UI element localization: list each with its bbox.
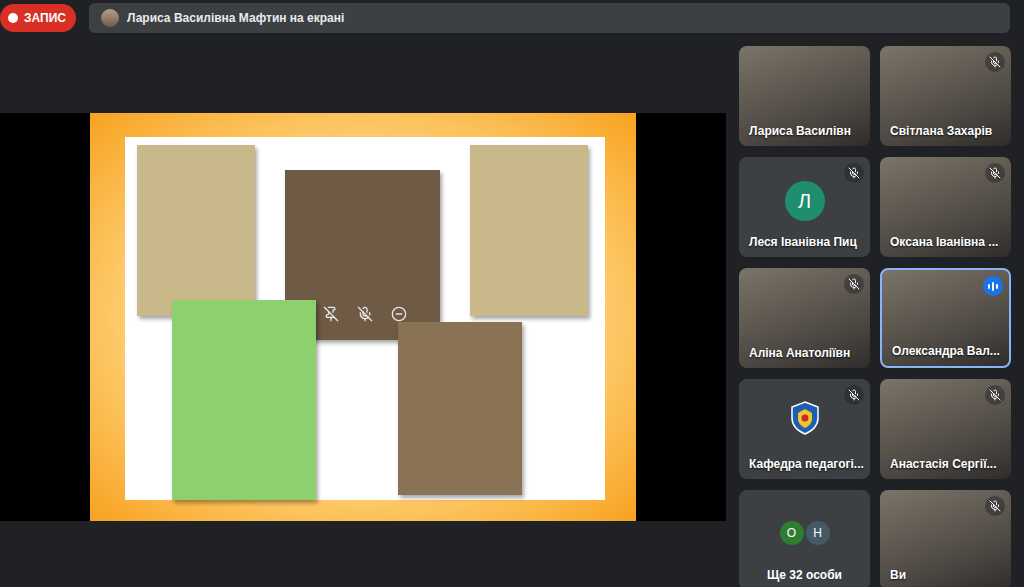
presenter-avatar (101, 9, 119, 27)
book-cover (137, 145, 255, 316)
participant-name: Лариса Василівн (749, 124, 864, 138)
participant-name: Ви (890, 568, 1005, 582)
participant-name: Аліна Анатоліївн (749, 346, 864, 360)
participant-name: Олександра Вал... (892, 344, 1003, 358)
mic-status (844, 163, 864, 183)
presentation-controls (315, 300, 415, 328)
presenter-bar: Лариса Василівна Мафтин на екрані (89, 3, 1010, 33)
remove-icon[interactable] (391, 306, 407, 322)
participant-name: Світлана Захарів (890, 124, 1005, 138)
mic-off-icon (848, 389, 860, 401)
participant-name: Оксана Іванівна ... (890, 235, 1005, 249)
participant-name: Кафедра педагогі... (749, 457, 864, 471)
participant-tile[interactable]: Ви (880, 490, 1011, 587)
participant-tile[interactable]: Оксана Іванівна ... (880, 157, 1011, 257)
book-cover (172, 300, 316, 500)
presentation-stage (0, 34, 726, 587)
mic-status (985, 163, 1005, 183)
mic-off-icon (848, 167, 860, 179)
mute-icon[interactable] (357, 306, 373, 322)
more-label: Ще 32 особи (767, 568, 842, 582)
mic-status (844, 274, 864, 294)
department-logo-icon (790, 401, 820, 435)
mic-off-icon (989, 389, 1001, 401)
participant-name: Леся Іванівна Пиц (749, 235, 864, 249)
mic-status (985, 52, 1005, 72)
mic-off-icon (989, 500, 1001, 512)
participant-tile[interactable]: Аліна Анатоліївн (739, 268, 870, 368)
participant-tile[interactable]: Кафедра педагогі... (739, 379, 870, 479)
speaking-indicator (983, 276, 1003, 296)
participant-name: Анастасія Сергії... (890, 457, 1005, 471)
mic-off-icon (989, 167, 1001, 179)
participant-tile[interactable]: Світлана Захарів (880, 46, 1011, 146)
participant-tile[interactable]: Л Леся Іванівна Пиц (739, 157, 870, 257)
avatar: О (780, 521, 804, 545)
participant-tile[interactable]: Олександра Вал... (880, 268, 1011, 368)
unpin-icon[interactable] (323, 306, 339, 322)
more-participants-tile[interactable]: ОН Ще 32 особи (739, 490, 870, 587)
avatar: Н (806, 521, 830, 545)
participant-tile[interactable]: Анастасія Сергії... (880, 379, 1011, 479)
participant-tile[interactable]: Лариса Василівн (739, 46, 870, 146)
sound-bars-icon (988, 282, 998, 291)
shared-slide (90, 113, 636, 521)
top-bar: ЗАПИС Лариса Василівна Мафтин на екрані (0, 0, 1024, 34)
mic-status (985, 385, 1005, 405)
mic-status (985, 496, 1005, 516)
participants-grid: Лариса Василівн Світлана Захарів Л Леся Іва… (739, 34, 1011, 587)
mic-off-icon (989, 56, 1001, 68)
book-cover (398, 322, 522, 495)
mic-status (844, 385, 864, 405)
record-dot-icon (8, 13, 18, 23)
meeting-window: ЗАПИСЛариса Василівна Мафтин на екраніЛа… (0, 0, 1024, 587)
avatar: Л (785, 181, 825, 221)
recording-badge: ЗАПИС (0, 4, 76, 32)
book-cover (470, 145, 588, 316)
mic-off-icon (848, 278, 860, 290)
